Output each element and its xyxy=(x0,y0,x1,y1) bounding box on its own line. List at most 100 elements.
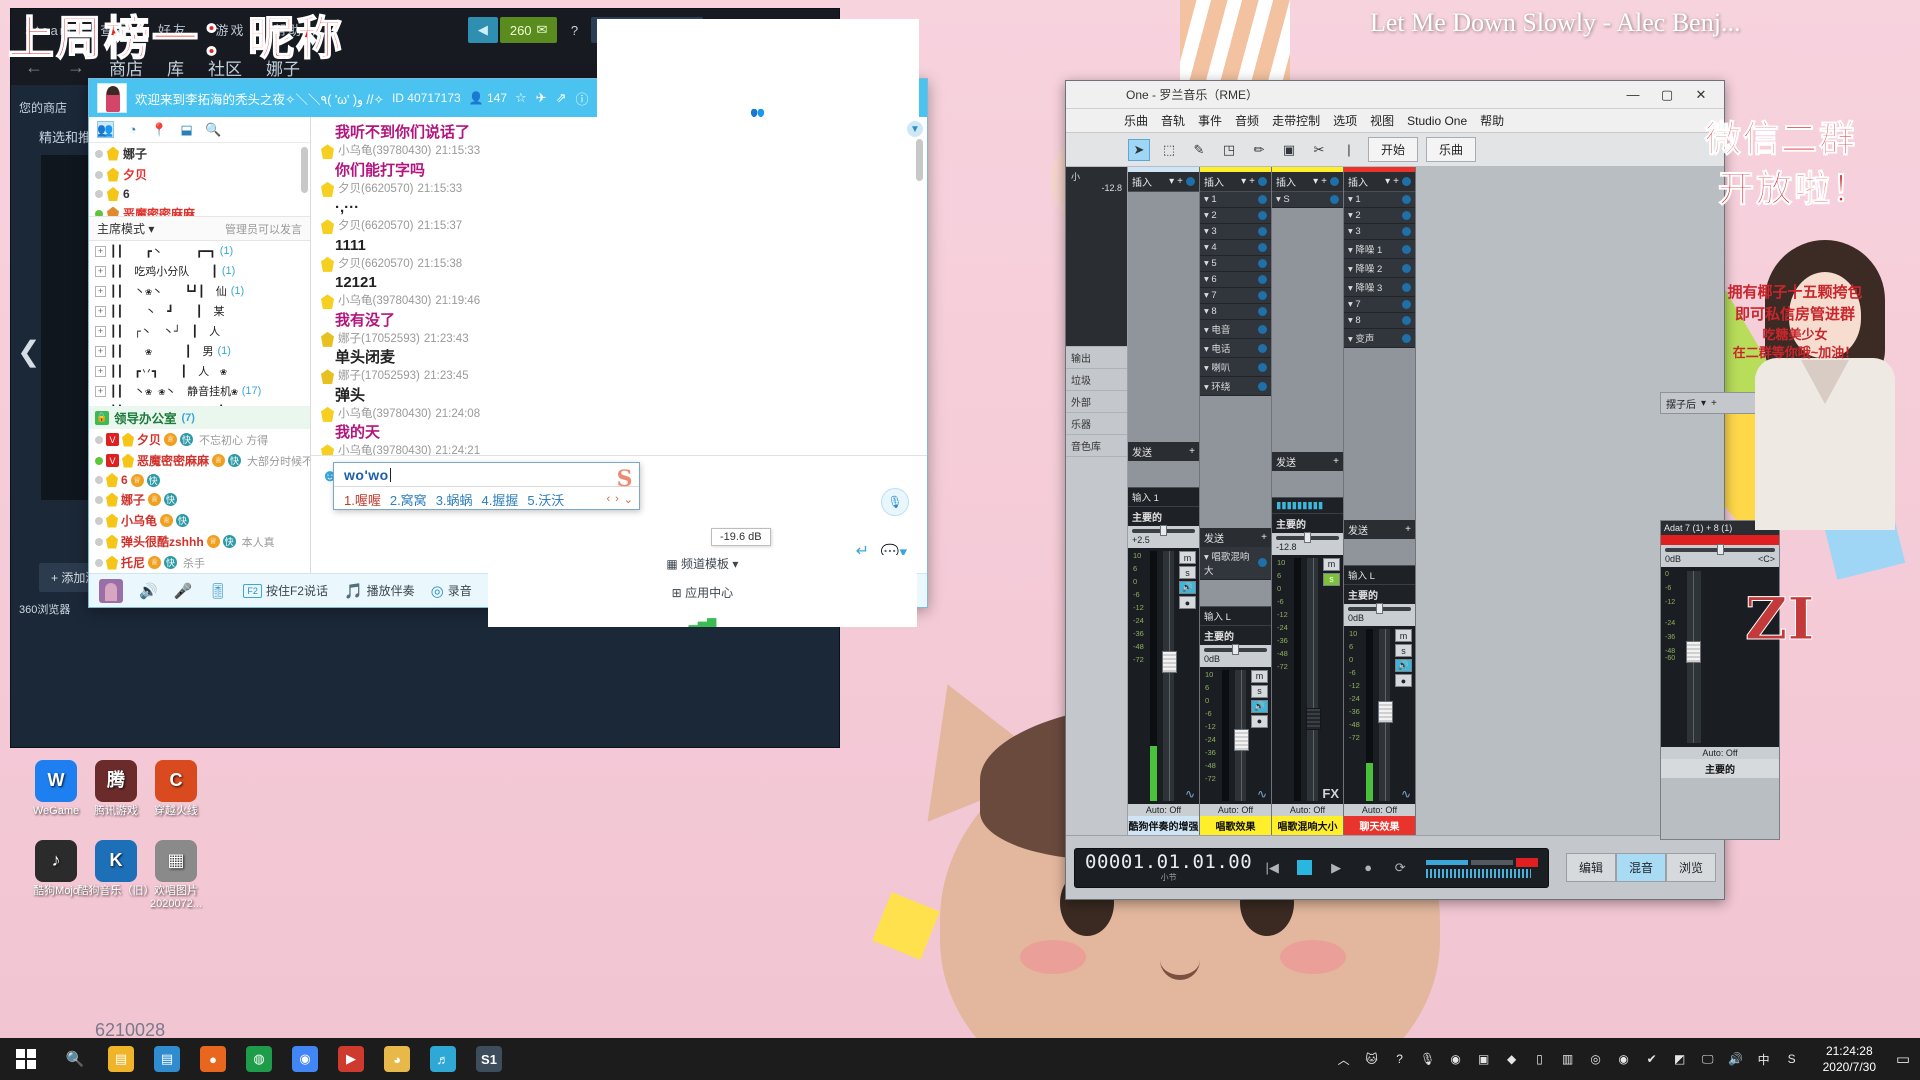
s1-menu-item[interactable]: 帮助 xyxy=(1480,112,1504,129)
power-icon[interactable] xyxy=(1402,177,1411,186)
insert-slot[interactable]: ▾ 降噪 1 xyxy=(1344,240,1415,259)
channel-row[interactable]: + ┃┃ 丶 ┛ ┃ 某 xyxy=(89,301,310,321)
browser-icon[interactable]: ◍ xyxy=(236,1038,282,1080)
power-icon[interactable] xyxy=(1402,211,1411,220)
channel-template-button[interactable]: ▦ 频道模板 ▾ xyxy=(666,555,738,572)
s1-device-area[interactable]: 小 -12.8 xyxy=(1066,167,1127,347)
plus-icon[interactable]: + xyxy=(1711,398,1717,409)
automation-mode[interactable]: Auto: Off xyxy=(1344,804,1415,816)
power-icon[interactable] xyxy=(1258,343,1267,353)
power-icon[interactable] xyxy=(1258,259,1267,268)
send-slot[interactable]: ▾ 唱歌混响大 xyxy=(1200,546,1271,580)
channel-bus[interactable]: 主要的 xyxy=(1272,512,1343,533)
member-row[interactable]: 小乌龟 ♕ 快 xyxy=(89,510,310,531)
automation-mode[interactable]: Auto: Off xyxy=(1200,804,1271,816)
history-icon[interactable]: ◔ xyxy=(124,121,141,138)
pan-control[interactable]: 0dB xyxy=(1344,603,1415,626)
ime-candidate[interactable]: 2.窝窝 xyxy=(390,490,427,509)
power-icon[interactable] xyxy=(1330,195,1339,204)
speaker-icon[interactable]: 🔊 xyxy=(139,582,158,600)
plus-icon[interactable]: + xyxy=(1177,176,1183,187)
play-accompaniment-button[interactable]: 🎵 播放伴奏 xyxy=(344,582,415,600)
pan-control[interactable]: 0dB xyxy=(1200,643,1271,667)
channel-row[interactable]: + ┃┃ 丶❀丶 ┗┛┃ 仙 (1) xyxy=(89,281,310,301)
channel-name[interactable]: 聊天效果 xyxy=(1344,816,1415,835)
automation-mode[interactable]: Auto: Off xyxy=(1272,804,1343,816)
insert-header[interactable]: 插入 ▾ + xyxy=(1344,172,1415,192)
signal-icon[interactable]: ▁▃▅ xyxy=(689,613,717,627)
steam-menu-help[interactable]: 帮助 xyxy=(273,23,303,38)
windows-taskbar[interactable]: 🔍 ▤ ▤ ● ◍ ◉ ▶ ◕ ♬ S1 ︿ 🐱? 🎙 ◉ ▣ ◆ ▯ ▥ ◎ ◉ ✔ ◩ 🖵 🔊 中 S 21:24:28 … xyxy=(0,1038,1920,1080)
user-avatar[interactable] xyxy=(99,578,123,603)
s1-close-button[interactable]: ✕ xyxy=(1684,82,1718,108)
search-icon[interactable]: 🔍 xyxy=(205,121,222,138)
app-center-button[interactable]: ⊞ 应用中心 xyxy=(672,584,733,601)
pan-control[interactable]: +2.5 xyxy=(1128,525,1199,548)
member-icon[interactable]: 👥 xyxy=(97,121,114,138)
fader-area[interactable]: 10 6 0 -6 -12 -24 -36 -48 -72 m s 🔊 ● ∿ xyxy=(1200,666,1271,804)
channel-row[interactable]: + ┃┃ 吃鸡小分队 ┃ (1) xyxy=(89,261,310,281)
left-toolbar[interactable]: 👥 ◔ 📍 ⬓ 🔍 xyxy=(89,117,310,143)
volume-fader[interactable] xyxy=(1161,551,1177,801)
channel-row[interactable]: + ┃┃ ┌丶 丶┘ ┃ 人 xyxy=(89,321,310,341)
broadcast-icon[interactable]: ◀ xyxy=(467,17,498,43)
power-icon[interactable] xyxy=(1402,244,1411,254)
insert-slot[interactable]: ▾ 降噪 3 xyxy=(1344,278,1415,297)
ime-candidate[interactable]: 4.握握 xyxy=(482,490,519,509)
start-broadcast-button[interactable]: 开播 xyxy=(736,19,779,39)
steam-back-button[interactable]: ← xyxy=(25,57,43,78)
window-icon[interactable]: ▣ xyxy=(1471,1044,1497,1074)
steam-menu-friends[interactable]: 好友 xyxy=(158,23,188,38)
window-icon[interactable]: ▤ xyxy=(746,75,769,95)
power-icon[interactable] xyxy=(1258,307,1267,316)
mic-user-row[interactable]: 夕贝 xyxy=(89,164,310,185)
send-empty-area[interactable] xyxy=(1344,539,1415,565)
cat-app-icon[interactable]: ◕ xyxy=(374,1038,420,1080)
mic-icon[interactable]: 🎙 xyxy=(881,488,909,516)
insert-slot[interactable]: ▾ 6 xyxy=(1200,272,1271,288)
channel-input[interactable]: 输入 1 xyxy=(1128,487,1199,506)
arrow-tool-icon[interactable]: ➤ xyxy=(1128,138,1150,161)
equalizer-icon[interactable]: 🎚 xyxy=(208,582,227,600)
ime-mode[interactable]: 中 xyxy=(1751,1044,1777,1074)
power-icon[interactable] xyxy=(1402,263,1411,273)
nvidia-icon[interactable]: ◩ xyxy=(1667,1044,1693,1074)
room-avatar[interactable] xyxy=(97,83,127,113)
mic-user-list[interactable]: 娜子 夕贝 6 恶魔密密麻麻 xyxy=(89,143,310,217)
volume-fader[interactable] xyxy=(1305,557,1321,801)
home-icon[interactable]: ⌂ xyxy=(746,47,769,67)
insert-empty-area[interactable] xyxy=(1272,208,1343,452)
monitor-button[interactable]: 🔊 xyxy=(1395,659,1412,672)
solo-button[interactable]: s xyxy=(1323,572,1340,586)
s1-toolbar[interactable]: ➤ ⬚ ✎ ◳ ✏ ▣ ✂ | 开始 乐曲 xyxy=(1066,133,1724,167)
chevron-down-icon[interactable]: ▾ xyxy=(1701,398,1706,409)
firefox-icon[interactable]: ● xyxy=(190,1038,236,1080)
member-row[interactable]: 弹头很酷zshhh ♕ 快本人真 xyxy=(89,531,310,552)
insert-slot[interactable]: ▾ 7 xyxy=(1344,297,1415,313)
play-icon[interactable]: ▶ xyxy=(1324,857,1348,879)
insert-slot[interactable]: ▾ 2 xyxy=(1344,208,1415,224)
monitor-button[interactable]: 🔊 xyxy=(1179,581,1196,594)
record-icon[interactable]: ● xyxy=(1356,857,1380,879)
s1-left-panel-item[interactable]: 外部 xyxy=(1066,391,1127,413)
chevron-down-icon[interactable]: ▾ xyxy=(1313,176,1318,187)
ime-candidate[interactable]: 1.喔喔 xyxy=(344,490,381,509)
channel-buttons[interactable]: m s xyxy=(1323,557,1340,802)
fader-area[interactable]: 10 6 0 -6 -12 -24 -36 -48 -72 m s 🔊 ● ∿ xyxy=(1344,626,1415,804)
s1-left-panel-item[interactable]: 垃圾 xyxy=(1066,369,1127,391)
s1-menu-item[interactable]: 选项 xyxy=(1333,112,1357,129)
question-icon[interactable]: ? xyxy=(1387,1044,1413,1074)
desktop-icon[interactable]: C 穿越火线 xyxy=(128,760,224,818)
s1-menu-item[interactable]: 视图 xyxy=(1370,112,1394,129)
s1-left-panel[interactable]: 小 -12.8 输出 垃圾 外部 乐器 音色库 xyxy=(1066,167,1128,835)
steam-notifications[interactable]: 260 ✉ xyxy=(499,17,558,43)
s1-right-mixer-strip[interactable]: Adat 7 (1) + 8 (1) 0dB <C> 0 -6 -12 -24 -36 -4… xyxy=(1660,520,1780,840)
channel-row[interactable]: + ┃┃ 丶❀ ❀丶 静音挂机❀ (17) xyxy=(89,381,310,401)
steam-menu-games[interactable]: 游戏 xyxy=(215,23,245,38)
s1-menu-item[interactable]: 乐曲 xyxy=(1124,112,1148,129)
insert-slot[interactable]: ▾ 8 xyxy=(1200,304,1271,320)
sogou-icon[interactable]: S xyxy=(1779,1044,1805,1074)
s1-mixer[interactable]: 小 -12.8 输出 垃圾 外部 乐器 音色库 插入 ▾ + 发送 + 输入 1 主要的 +2.5 10… xyxy=(1066,167,1724,835)
channel-input[interactable]: 输入 L xyxy=(1344,565,1415,584)
volume-fader[interactable] xyxy=(1377,629,1393,801)
